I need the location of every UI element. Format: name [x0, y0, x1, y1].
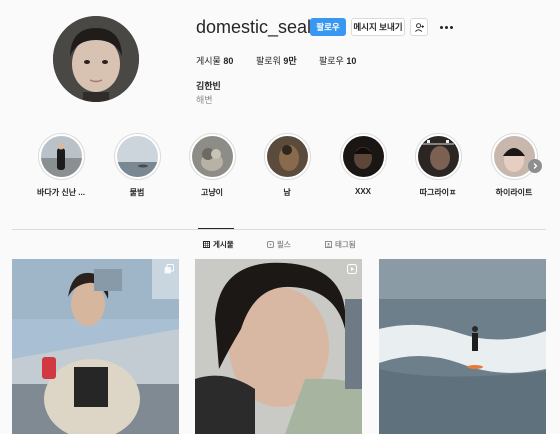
reel-icon [347, 264, 357, 274]
tab-tagged[interactable]: 태그됨 [325, 239, 356, 250]
highlight-cover [417, 136, 459, 177]
tagged-icon [325, 241, 332, 248]
highlights-next-button[interactable] [528, 159, 542, 173]
highlight-item[interactable]: 따그라이ㅍ [408, 133, 468, 198]
chevron-right-icon [533, 163, 538, 169]
multiple-photos-icon [164, 264, 174, 274]
highlight-label: 따그라이ㅍ [419, 188, 457, 197]
highlight-item[interactable]: 바다가 신난 ... [31, 133, 91, 198]
highlight-cover [493, 136, 535, 177]
tab-reels[interactable]: 릴스 [267, 239, 291, 250]
tab-posts[interactable]: 게시물 [203, 239, 234, 250]
highlight-item[interactable]: XXX [333, 133, 393, 196]
followers-count[interactable]: 팔로워 9만 [256, 54, 297, 67]
highlight-item[interactable]: 물범 [107, 133, 167, 198]
profile-username: domestic_seal [196, 17, 312, 37]
post-thumbnail[interactable] [379, 259, 546, 434]
highlight-cover [191, 136, 233, 177]
more-dots-icon [439, 25, 443, 29]
highlight-cover [342, 136, 384, 177]
post-thumbnail[interactable] [12, 259, 179, 434]
more-options-button[interactable] [438, 18, 454, 36]
suggested-users-button[interactable] [410, 18, 428, 36]
highlight-label: 하이라이트 [495, 188, 533, 197]
highlight-cover [116, 136, 158, 177]
highlight-item[interactable]: 고냥이 [182, 133, 242, 198]
highlight-label: 바다가 신난 ... [37, 188, 85, 197]
add-person-icon [414, 22, 424, 32]
profile-full-name: 김한빈 [196, 81, 221, 91]
highlight-label: 고냥이 [200, 188, 224, 197]
profile-bio: 해변 [196, 95, 213, 105]
highlight-label: 남 [283, 188, 291, 197]
following-count[interactable]: 팔로우 10 [319, 54, 356, 67]
follow-button[interactable]: 팔로우 [310, 18, 346, 36]
highlight-label: 물범 [129, 188, 145, 197]
highlight-item[interactable]: 남 [257, 133, 317, 198]
highlight-cover [266, 136, 308, 177]
profile-avatar[interactable] [53, 16, 139, 102]
post-thumbnail[interactable] [195, 259, 362, 434]
active-tab-indicator [198, 228, 234, 229]
highlight-label: XXX [354, 187, 371, 196]
posts-count[interactable]: 게시물 80 [196, 54, 233, 67]
grid-icon [203, 241, 210, 248]
highlight-cover [40, 136, 82, 177]
reels-icon [267, 241, 274, 248]
message-button[interactable]: 메시지 보내기 [351, 18, 405, 36]
tabs-divider [12, 229, 546, 230]
